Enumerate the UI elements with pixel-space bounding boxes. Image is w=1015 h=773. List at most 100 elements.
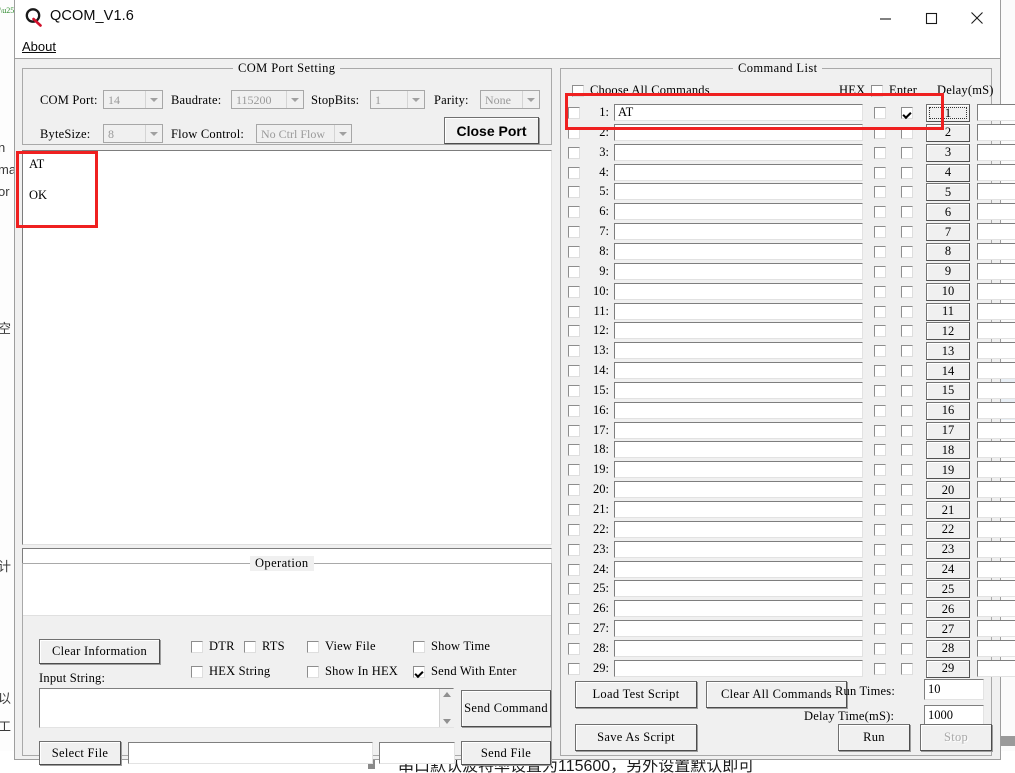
command-row-enter-checkbox[interactable] [901,385,913,397]
maximize-button[interactable] [908,0,954,36]
command-row-hex-checkbox[interactable] [874,444,886,456]
show-in-hex-checkbox[interactable] [307,666,319,678]
command-row-select-checkbox[interactable] [568,147,580,159]
command-row-delay-input[interactable] [977,104,1015,121]
command-row-select-checkbox[interactable] [568,643,580,655]
command-row-input[interactable] [614,164,863,181]
command-row-select-checkbox[interactable] [568,603,580,615]
command-row-enter-checkbox[interactable] [901,325,913,337]
command-row-delay-input[interactable] [977,124,1015,141]
command-row-send-button[interactable]: 17 [926,422,970,440]
command-row-enter-checkbox[interactable] [901,484,913,496]
command-row-select-checkbox[interactable] [568,564,580,576]
delay-time-input[interactable]: 1000 [924,705,984,726]
command-row-delay-input[interactable] [977,580,1015,597]
command-row-send-button[interactable]: 8 [926,243,970,261]
command-row-send-button[interactable]: 19 [926,461,970,479]
command-row-delay-input[interactable] [977,183,1015,200]
command-row-hex-checkbox[interactable] [874,663,886,675]
command-row-send-button[interactable]: 28 [926,640,970,658]
command-row-select-checkbox[interactable] [568,544,580,556]
command-row-input[interactable] [614,640,863,657]
command-row-select-checkbox[interactable] [568,246,580,258]
command-row-delay-input[interactable] [977,461,1015,478]
command-row-hex-checkbox[interactable] [874,286,886,298]
input-string-textarea[interactable] [39,688,454,728]
command-row-select-checkbox[interactable] [568,167,580,179]
command-row-enter-checkbox[interactable] [901,147,913,159]
command-row-enter-checkbox[interactable] [901,127,913,139]
command-row-delay-input[interactable] [977,660,1015,677]
command-row-input[interactable]: AT [614,104,863,121]
command-row-enter-checkbox[interactable] [901,524,913,536]
command-row-input[interactable] [614,144,863,161]
command-row-select-checkbox[interactable] [568,504,580,516]
command-row-send-button[interactable]: 22 [926,521,970,539]
command-row-enter-checkbox[interactable] [901,306,913,318]
command-row-hex-checkbox[interactable] [874,226,886,238]
command-row-send-button[interactable]: 10 [926,283,970,301]
file-path-input[interactable] [128,742,373,764]
command-row-send-button[interactable]: 25 [926,580,970,598]
command-row-input[interactable] [614,203,863,220]
close-button[interactable] [954,0,1000,36]
command-row-send-button[interactable]: 3 [926,144,970,162]
command-row-hex-checkbox[interactable] [874,186,886,198]
command-row-select-checkbox[interactable] [568,385,580,397]
command-row-enter-checkbox[interactable] [901,345,913,357]
receive-data-pane[interactable]: AT OK [22,150,552,545]
command-row-hex-checkbox[interactable] [874,206,886,218]
command-row-delay-input[interactable] [977,203,1015,220]
command-row-delay-input[interactable] [977,342,1015,359]
command-row-hex-checkbox[interactable] [874,544,886,556]
command-row-select-checkbox[interactable] [568,345,580,357]
command-row-send-button[interactable]: 26 [926,600,970,618]
enter-column-header-checkbox[interactable] [871,85,883,97]
command-row-enter-checkbox[interactable] [901,186,913,198]
command-row-hex-checkbox[interactable] [874,365,886,377]
command-row-delay-input[interactable] [977,382,1015,399]
command-row-enter-checkbox[interactable] [901,464,913,476]
command-row-enter-checkbox[interactable] [901,643,913,655]
command-row-hex-checkbox[interactable] [874,266,886,278]
command-row-hex-checkbox[interactable] [874,583,886,595]
command-row-delay-input[interactable] [977,303,1015,320]
command-row-delay-input[interactable] [977,144,1015,161]
command-row-send-button[interactable]: 9 [926,263,970,281]
stop-button[interactable]: Stop [920,724,992,751]
command-row-select-checkbox[interactable] [568,186,580,198]
command-row-select-checkbox[interactable] [568,226,580,238]
minimize-button[interactable] [862,0,908,36]
parity-select[interactable]: None [480,90,540,109]
input-string-scroll-arrows[interactable] [439,689,454,727]
command-row-input[interactable] [614,303,863,320]
command-row-input[interactable] [614,422,863,439]
command-row-select-checkbox[interactable] [568,325,580,337]
command-row-enter-checkbox[interactable] [901,206,913,218]
command-row-enter-checkbox[interactable] [901,167,913,179]
clear-all-commands-button[interactable]: Clear All Commands [706,681,847,708]
hex-string-checkbox[interactable] [191,666,203,678]
select-file-button[interactable]: Select File [39,741,121,765]
command-row-enter-checkbox[interactable] [901,246,913,258]
command-row-select-checkbox[interactable] [568,127,580,139]
command-row-input[interactable] [614,362,863,379]
command-row-send-button[interactable]: 12 [926,322,970,340]
command-row-select-checkbox[interactable] [568,464,580,476]
dtr-checkbox[interactable] [191,641,203,653]
command-row-select-checkbox[interactable] [568,444,580,456]
command-row-select-checkbox[interactable] [568,425,580,437]
command-row-delay-input[interactable] [977,541,1015,558]
load-test-script-button[interactable]: Load Test Script [575,681,697,708]
command-row-delay-input[interactable] [977,402,1015,419]
command-row-delay-input[interactable] [977,640,1015,657]
command-row-select-checkbox[interactable] [568,206,580,218]
command-row-input[interactable] [614,382,863,399]
command-row-hex-checkbox[interactable] [874,306,886,318]
command-row-delay-input[interactable] [977,243,1015,260]
command-row-send-button[interactable]: 27 [926,620,970,638]
flow-control-select[interactable]: No Ctrl Flow [256,124,352,143]
command-row-hex-checkbox[interactable] [874,623,886,635]
command-row-input[interactable] [614,620,863,637]
command-row-input[interactable] [614,481,863,498]
